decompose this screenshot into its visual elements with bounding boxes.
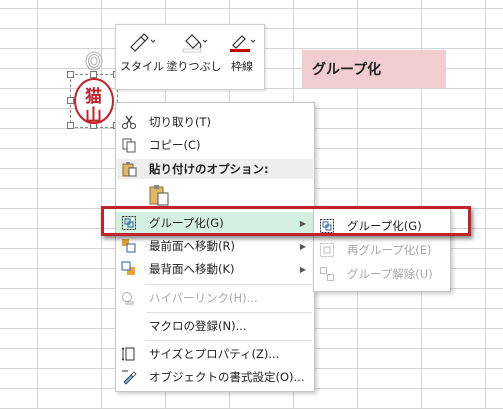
menu-item-format[interactable]: オブジェクトの書式設定(O)... bbox=[116, 366, 314, 388]
bring-front-icon bbox=[122, 239, 136, 253]
fill-label: 塗りつぶし bbox=[166, 60, 222, 73]
outline-label: 枠線 bbox=[231, 60, 253, 73]
submenu-ungroup-label: グループ解除(U) bbox=[347, 267, 433, 281]
stamp-char-2: 山 bbox=[85, 106, 102, 126]
size-properties-icon bbox=[121, 347, 135, 361]
mini-toolbar: スタイル 塗りつぶし 枠線 bbox=[115, 24, 265, 90]
regroup-icon bbox=[320, 243, 334, 257]
hanko-stamp[interactable]: 猫 山 bbox=[72, 76, 116, 126]
style-label: スタイル bbox=[120, 60, 164, 73]
paste-options-label: 貼り付けのオプション: bbox=[149, 162, 269, 176]
callout-highlight-box bbox=[101, 206, 471, 236]
submenu-item-ungroup[interactable]: グループ解除(U) bbox=[314, 263, 450, 285]
fill-button[interactable]: 塗りつぶし bbox=[166, 31, 222, 74]
hyperlink-icon bbox=[122, 292, 134, 305]
menu-item-bring-front[interactable]: 最前面へ移動(R) ▶ bbox=[116, 235, 314, 257]
style-button[interactable]: スタイル bbox=[120, 31, 164, 74]
submenu-item-regroup[interactable]: 再グループ化(E) bbox=[314, 239, 450, 261]
menu-item-cut[interactable]: 切り取り(T) bbox=[116, 111, 314, 133]
format-object-icon bbox=[122, 370, 137, 385]
menu-separator bbox=[146, 312, 312, 313]
menu-format-label: オブジェクトの書式設定(O)... bbox=[149, 370, 305, 384]
menu-bring-front-label: 最前面へ移動(R) bbox=[149, 239, 235, 253]
menu-copy-label: コピー(C) bbox=[149, 138, 201, 152]
menu-macro-label: マクロの登録(N)... bbox=[149, 319, 247, 333]
menu-separator bbox=[146, 284, 312, 285]
ungroup-icon bbox=[320, 267, 334, 281]
menu-cut-label: 切り取り(T) bbox=[149, 115, 211, 129]
group-note-box[interactable]: グループ化 bbox=[302, 50, 446, 88]
copy-icon bbox=[122, 138, 136, 153]
submenu-regroup-label: 再グループ化(E) bbox=[347, 243, 432, 257]
paste-options-header: 貼り付けのオプション: bbox=[117, 159, 313, 179]
menu-separator bbox=[146, 340, 312, 341]
submenu-arrow-icon: ▶ bbox=[299, 241, 306, 251]
send-back-icon bbox=[121, 261, 135, 275]
scissors-icon bbox=[122, 115, 136, 129]
menu-item-macro[interactable]: マクロの登録(N)... bbox=[116, 315, 314, 337]
group-note-text: グループ化 bbox=[312, 62, 382, 78]
menu-item-send-back[interactable]: 最背面へ移動(K) ▶ bbox=[116, 258, 314, 280]
fingerprint-shape[interactable] bbox=[84, 50, 104, 72]
menu-send-back-label: 最背面へ移動(K) bbox=[149, 262, 235, 276]
paste-option-button[interactable] bbox=[147, 183, 171, 207]
menu-item-copy[interactable]: コピー(C) bbox=[116, 134, 314, 156]
menu-hyperlink-label: ハイパーリンク(H)... bbox=[149, 291, 258, 305]
style-icon bbox=[130, 33, 156, 52]
menu-item-size-props[interactable]: サイズとプロパティ(Z)... bbox=[116, 343, 314, 365]
clipboard-icon bbox=[122, 162, 137, 177]
menu-item-hyperlink[interactable]: ハイパーリンク(H)... bbox=[116, 287, 314, 309]
paint-bucket-icon bbox=[182, 34, 208, 53]
menu-size-props-label: サイズとプロパティ(Z)... bbox=[149, 347, 280, 361]
context-menu: 切り取り(T) コピー(C) 貼り付けのオプション: グループ化(G) ▶ 最前… bbox=[115, 102, 315, 392]
submenu-arrow-icon: ▶ bbox=[299, 264, 306, 274]
pen-outline-icon bbox=[230, 35, 256, 52]
paste-clipboard-icon bbox=[149, 185, 169, 206]
outline-button[interactable]: 枠線 bbox=[222, 31, 262, 74]
